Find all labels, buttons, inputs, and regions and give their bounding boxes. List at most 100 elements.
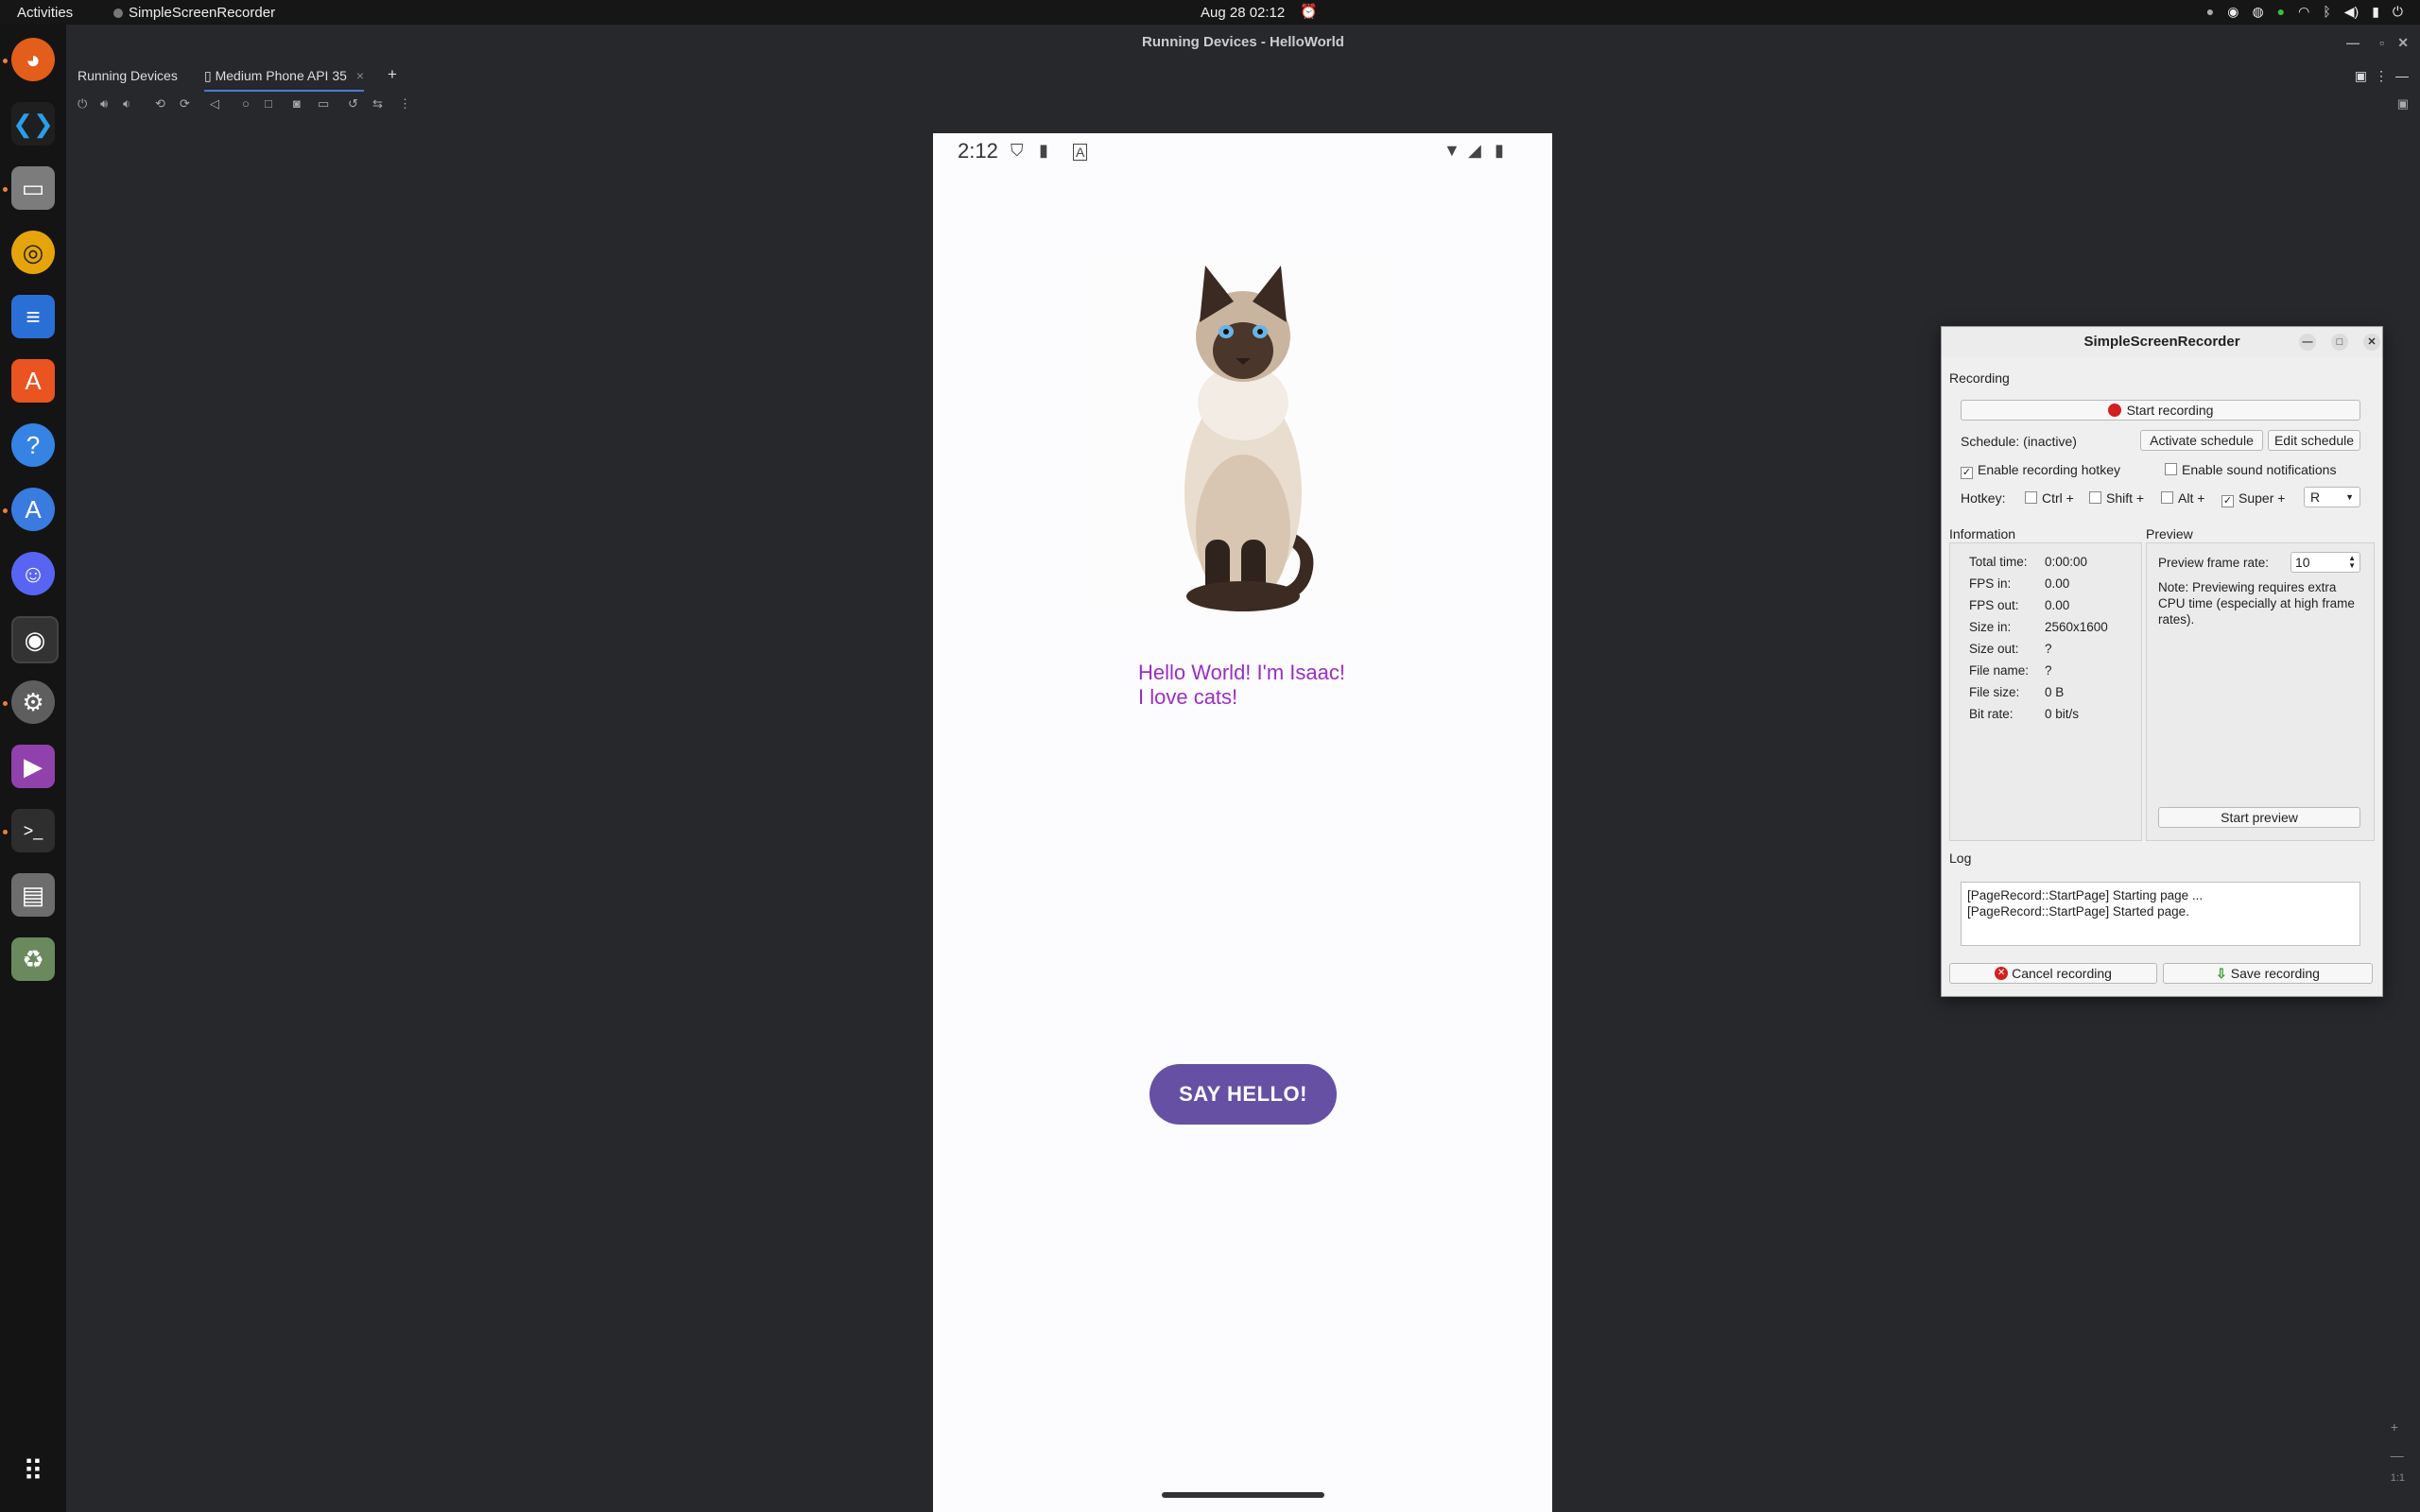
log-line: [PageRecord::StartPage] Starting page ..… [1967, 888, 2204, 902]
minimize-icon[interactable]: — [2346, 25, 2360, 60]
volume-down-icon[interactable]: 🔉︎ [123, 96, 130, 112]
layout-icon[interactable]: ▣ [2355, 68, 2367, 84]
info-value: ? [2045, 642, 2052, 656]
help-icon[interactable]: ? [11, 423, 55, 467]
record-indicator-icon[interactable]: ● [2206, 4, 2214, 20]
shift-label: Shift + [2106, 490, 2145, 506]
android-studio-icon[interactable]: A [11, 488, 55, 531]
toolbar-more-icon[interactable]: ⋮ [399, 96, 411, 112]
save-recording-button[interactable]: ⇩ Save recording [2163, 963, 2373, 984]
tab-running-devices[interactable]: Running Devices [78, 68, 178, 83]
volume-up-icon[interactable]: 🔊︎ [100, 96, 108, 112]
download-icon: ⇩ [2216, 965, 2227, 981]
wifi-signal-icon: ▼ [1443, 141, 1461, 160]
hide-panel-icon[interactable]: — [2395, 68, 2409, 83]
ssr-titlebar: SimpleScreenRecorder — □ ✕ [1942, 327, 2382, 357]
snapshots-icon[interactable]: ↺ [348, 96, 358, 112]
information-group-label: Information [1949, 526, 2016, 541]
files-icon[interactable]: ▭ [11, 166, 55, 210]
settings-icon[interactable]: ⚙ [11, 680, 55, 724]
vscode-icon[interactable]: ❮❯ [11, 102, 55, 146]
info-value: 0.00 [2045, 576, 2070, 591]
firefox-icon[interactable]: ◕ [11, 38, 55, 81]
power-button-icon[interactable]: ⏻ [78, 96, 87, 112]
zoom-ratio[interactable]: 1:1 [2391, 1472, 2405, 1484]
mirror-icon[interactable]: ⇆ [372, 96, 383, 112]
terminal-icon[interactable]: >_ [11, 809, 55, 852]
add-tab-icon[interactable]: + [388, 65, 397, 84]
screen-recorder-icon[interactable]: ◉ [11, 616, 59, 663]
information-panel: Total time: 0:00:00 FPS in: 0.00 FPS out: 0… [1949, 542, 2142, 841]
spin-arrows-icon[interactable]: ▲ ▼ [2348, 555, 2356, 570]
rhythmbox-icon[interactable]: ◎ [11, 231, 55, 274]
alt-checkbox[interactable]: Alt + [2161, 490, 2204, 506]
bluetooth-icon[interactable]: ᛒ [2323, 4, 2330, 20]
status-time: 2:12 [958, 139, 998, 163]
system-tray[interactable]: ● ◉ ◍ ● ◠ ᛒ ◀) ▮ ⏻ [2206, 4, 2403, 20]
info-value: 2560x1600 [2045, 620, 2108, 634]
app-menu[interactable]: SimpleScreenRecorder [113, 5, 275, 21]
ctrl-label: Ctrl + [2042, 490, 2074, 506]
restore-icon[interactable]: ▫ [2379, 25, 2384, 60]
battery-icon: ▮ [1495, 141, 1504, 160]
screen-record-icon[interactable]: ▭ [318, 96, 329, 112]
start-recording-label: Start recording [2126, 403, 2214, 418]
screenshot-icon[interactable]: ◙ [293, 96, 301, 111]
hotkey-key-select[interactable]: R ▼ [2304, 487, 2360, 507]
emulator-screen[interactable]: 2:12 ⛉ ▮ A ▼ ◢ ▮ Hello World! I'm Isaac!… [933, 133, 1552, 1512]
zoom-in-icon[interactable]: + [2391, 1419, 2405, 1435]
trash-icon[interactable]: ♻ [11, 937, 55, 981]
more-options-icon[interactable]: ⋮ [2375, 68, 2388, 84]
gesture-nav-bar[interactable] [1162, 1492, 1324, 1498]
discord-tray-icon[interactable]: ◉ [2227, 4, 2238, 20]
info-row: Size out:? [1969, 642, 2052, 656]
close-icon[interactable]: ✕ [2397, 25, 2409, 60]
tab-medium-phone[interactable]: ▯ Medium Phone API 35 × [204, 68, 365, 92]
start-recording-button[interactable]: Start recording [1961, 400, 2360, 421]
back-icon[interactable]: ◁ [210, 96, 219, 112]
status-tray-icon[interactable]: ● [2277, 4, 2285, 20]
enable-sound-checkbox[interactable]: Enable sound notifications [2165, 462, 2336, 477]
device-settings-icon[interactable]: ▣ [2397, 96, 2409, 112]
cell-signal-icon: ◢ [1468, 141, 1481, 160]
edit-schedule-button[interactable]: Edit schedule [2268, 430, 2360, 451]
cat-image [1094, 256, 1387, 615]
overview-icon[interactable]: □ [265, 96, 272, 111]
video-player-icon[interactable]: ▶ [11, 745, 55, 788]
preview-frame-rate-spinbox[interactable]: 10 ▲ ▼ [2290, 552, 2360, 573]
start-preview-button[interactable]: Start preview [2158, 807, 2360, 828]
info-value: 0.00 [2045, 598, 2070, 612]
say-hello-button[interactable]: SAY HELLO! [1150, 1064, 1337, 1125]
rotate-right-icon[interactable]: ⟳ [180, 96, 190, 112]
ctrl-checkbox[interactable]: Ctrl + [2025, 490, 2074, 506]
log-textbox[interactable]: [PageRecord::StartPage] Starting page ..… [1961, 882, 2360, 946]
power-icon[interactable]: ⏻ [2393, 4, 2403, 20]
wifi-icon[interactable]: ◠ [2298, 4, 2309, 20]
clock[interactable]: Aug 28 02:12 [1201, 5, 1285, 21]
writer-icon[interactable]: ≡ [11, 295, 55, 338]
alarm-icon: ⏰ [1300, 4, 1318, 20]
super-checkbox[interactable]: ✓ Super + [2221, 490, 2285, 507]
activate-schedule-button[interactable]: Activate schedule [2140, 430, 2263, 451]
drive-icon[interactable]: ▤ [11, 873, 55, 917]
discord-icon[interactable]: ☺ [11, 552, 55, 595]
info-row: FPS in: 0.00 [1969, 576, 2069, 591]
shift-checkbox[interactable]: Shift + [2089, 490, 2144, 506]
cancel-recording-button[interactable]: ✕ Cancel recording [1949, 963, 2157, 984]
software-center-icon[interactable]: A [11, 359, 55, 403]
ssr-maximize-icon[interactable]: □ [2331, 334, 2348, 351]
enable-hotkey-checkbox[interactable]: ✓ Enable recording hotkey [1961, 462, 2120, 479]
home-icon[interactable]: ○ [242, 96, 250, 111]
steam-tray-icon[interactable]: ◍ [2252, 4, 2263, 20]
microphone-icon[interactable]: ▮ [2372, 4, 2379, 20]
app-grid-icon[interactable]: ⠿ [11, 1450, 55, 1493]
rotate-left-icon[interactable]: ⟲ [155, 96, 165, 112]
running-indicator [3, 830, 8, 834]
volume-icon[interactable]: ◀) [2344, 4, 2359, 20]
activities-button[interactable]: Activities [17, 5, 73, 21]
tab-close-icon[interactable]: × [356, 68, 364, 83]
zoom-out-icon[interactable]: — [2391, 1448, 2405, 1463]
schedule-status: Schedule: (inactive) [1961, 434, 2077, 449]
ssr-minimize-icon[interactable]: — [2299, 334, 2316, 351]
ssr-close-icon[interactable]: ✕ [2363, 334, 2380, 351]
